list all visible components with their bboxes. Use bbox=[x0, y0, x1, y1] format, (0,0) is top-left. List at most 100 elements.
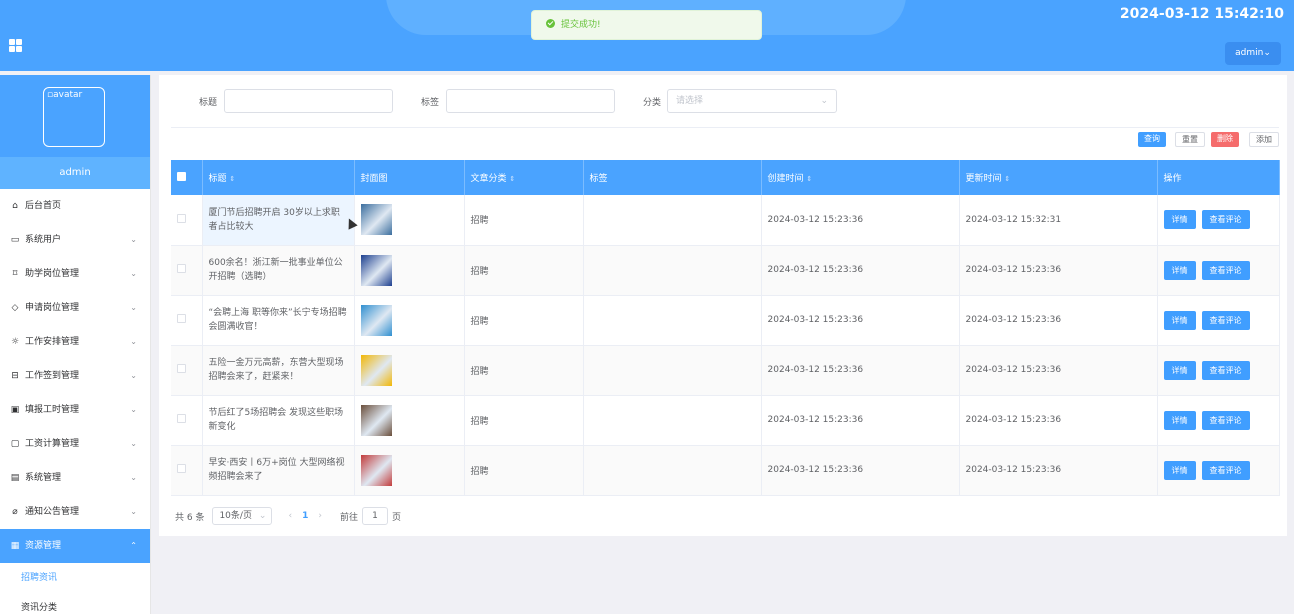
sidebar-item[interactable]: ⌀ 通知公告管理 ⌄ bbox=[0, 495, 150, 529]
divider bbox=[171, 127, 1279, 128]
total-count: 共 6 条 bbox=[175, 512, 205, 523]
view-comments-button[interactable]: 查看评论 bbox=[1201, 360, 1250, 380]
updated-time-cell: 2024-03-12 15:23:36 bbox=[959, 445, 1158, 496]
title-cell: 600余名！浙江新一批事业单位公开招聘（选聘） bbox=[202, 245, 355, 296]
view-comments-button[interactable]: 查看评论 bbox=[1201, 260, 1250, 280]
row-checkbox[interactable] bbox=[177, 314, 186, 323]
row-select-cell[interactable] bbox=[171, 395, 203, 446]
created-time-cell: 2024-03-12 15:23:36 bbox=[761, 395, 960, 446]
reset-button[interactable]: 重置 bbox=[1175, 132, 1205, 147]
delete-button[interactable]: 删除 bbox=[1211, 132, 1239, 147]
sidebar-item[interactable]: ⊟ 工作签到管理 ⌄ bbox=[0, 359, 150, 393]
prev-page-icon[interactable]: ‹ bbox=[288, 511, 292, 521]
column-header[interactable]: 标题 ⇕ bbox=[202, 160, 355, 195]
paperclip-icon: ⌀ bbox=[12, 507, 18, 517]
row-select-cell[interactable] bbox=[171, 345, 203, 396]
cover-cell bbox=[354, 445, 465, 496]
view-comments-button[interactable]: 查看评论 bbox=[1201, 210, 1250, 230]
box-icon: ▤ bbox=[10, 473, 20, 483]
query-button[interactable]: 查询 bbox=[1138, 132, 1166, 147]
menu-grid-icon[interactable] bbox=[9, 39, 22, 52]
view-comments-button[interactable]: 查看评论 bbox=[1201, 310, 1250, 330]
column-header[interactable]: 文章分类 ⇕ bbox=[464, 160, 584, 195]
sidebar-item-label: 系统用户 bbox=[25, 235, 62, 245]
cover-thumbnail bbox=[360, 354, 392, 386]
avatar: ▫avatar bbox=[43, 87, 105, 147]
chevron-up-icon: ⌃ bbox=[130, 541, 137, 550]
sidebar-item[interactable]: ▣ 填报工时管理 ⌄ bbox=[0, 393, 150, 427]
column-header[interactable]: 创建时间 ⇕ bbox=[761, 160, 960, 195]
chevron-down-icon: ⌄ bbox=[130, 439, 137, 448]
view-comments-button[interactable]: 查看评论 bbox=[1201, 460, 1250, 480]
table-row[interactable]: “会聘上海 职等你来”长宁专场招聘会圆满收官！ 招聘 2024-03-12 15:2… bbox=[171, 295, 1280, 346]
goto-page-input[interactable]: 1 bbox=[361, 507, 388, 525]
article-table: 标题 ⇕ 封面图 文章分类 ⇕ 标签 创建时间 ⇕ 更新时间 ⇕ 操作 厦门节后… bbox=[171, 160, 1280, 496]
goto-prefix: 前往 bbox=[339, 512, 358, 523]
detail-button[interactable]: 详情 bbox=[1163, 460, 1196, 480]
category-filter-label: 分类 bbox=[643, 98, 662, 108]
detail-button[interactable]: 详情 bbox=[1163, 310, 1196, 330]
sidebar-item[interactable]: ▢ 工资计算管理 ⌄ bbox=[0, 427, 150, 461]
sidebar-subitem[interactable]: 资讯分类 bbox=[0, 593, 150, 614]
sidebar-subitem[interactable]: 招聘资讯 bbox=[0, 563, 150, 593]
sidebar: ▫avatar admin ⌂ 后台首页 ▭ 系统用户 ⌄ ⌑ 助学岗位管理 ⌄ ◇ 申请岗位管理… bbox=[0, 75, 151, 614]
row-select-cell[interactable] bbox=[171, 295, 203, 346]
sort-icon[interactable]: ⇕ bbox=[806, 175, 812, 183]
column-header: 标签 bbox=[583, 160, 762, 195]
chevron-down-icon: ⌄ bbox=[130, 507, 137, 516]
sort-icon[interactable]: ⇕ bbox=[229, 175, 235, 183]
next-page-icon[interactable]: › bbox=[318, 511, 322, 521]
sidebar-item[interactable]: ⌑ 助学岗位管理 ⌄ bbox=[0, 257, 150, 291]
select-all-checkbox[interactable] bbox=[177, 171, 186, 181]
row-checkbox[interactable] bbox=[177, 364, 186, 373]
main-panel: 标题 标签 分类 请选择 ⌄ 查询 重置 删除 添加 标题 ⇕ 封面图 文章分类… bbox=[159, 75, 1287, 536]
sidebar-item[interactable]: ▭ 系统用户 ⌄ bbox=[0, 223, 150, 257]
page-number-current[interactable]: 1 bbox=[302, 511, 308, 521]
sort-icon[interactable]: ⇕ bbox=[509, 175, 515, 183]
table-row[interactable]: 厦门节后招聘开启 30岁以上求职者占比较大 招聘 2024-03-12 15:23:… bbox=[171, 195, 1280, 246]
row-checkbox[interactable] bbox=[177, 213, 186, 223]
sidebar-item[interactable]: ⌂ 后台首页 bbox=[0, 189, 150, 223]
tag-cell bbox=[583, 345, 762, 396]
sort-icon[interactable]: ⇕ bbox=[1004, 175, 1010, 183]
row-checkbox[interactable] bbox=[177, 414, 186, 423]
sidebar-item-label: 工资计算管理 bbox=[25, 439, 80, 449]
category-select[interactable]: 请选择 ⌄ bbox=[667, 89, 837, 113]
table-row[interactable]: 600余名！浙江新一批事业单位公开招聘（选聘） 招聘 2024-03-12 15:2… bbox=[171, 245, 1280, 296]
success-toast: 提交成功! bbox=[531, 10, 762, 40]
toast-message: 提交成功! bbox=[561, 20, 601, 30]
select-all-header[interactable] bbox=[171, 160, 203, 195]
table-row[interactable]: 节后红了5场招聘会 发现这些职场新变化 招聘 2024-03-12 15:23:36… bbox=[171, 395, 1280, 446]
table-header-row: 标题 ⇕ 封面图 文章分类 ⇕ 标签 创建时间 ⇕ 更新时间 ⇕ 操作 bbox=[171, 160, 1280, 195]
updated-time-cell: 2024-03-12 15:23:36 bbox=[959, 345, 1158, 396]
sidebar-item[interactable]: ☼ 工作安排管理 ⌄ bbox=[0, 325, 150, 359]
detail-button[interactable]: 详情 bbox=[1163, 410, 1196, 430]
title-filter-input[interactable] bbox=[224, 89, 393, 113]
row-select-cell[interactable] bbox=[171, 195, 203, 246]
sidebar-item[interactable]: ▦ 资源管理 ⌃ bbox=[0, 529, 150, 563]
goto-suffix: 页 bbox=[391, 512, 401, 523]
cover-thumbnail bbox=[360, 404, 392, 436]
actions-cell: 详情 查看评论 bbox=[1157, 195, 1280, 246]
row-select-cell[interactable] bbox=[171, 245, 203, 296]
row-checkbox[interactable] bbox=[177, 264, 186, 273]
table-row[interactable]: 早安·西安丨6万+岗位 大型网络视频招聘会来了 招聘 2024-03-12 15:2… bbox=[171, 445, 1280, 496]
detail-button[interactable]: 详情 bbox=[1163, 260, 1196, 280]
column-header[interactable]: 更新时间 ⇕ bbox=[959, 160, 1158, 195]
cover-cell bbox=[354, 395, 465, 446]
sidebar-item[interactable]: ▤ 系统管理 ⌄ bbox=[0, 461, 150, 495]
user-dropdown-button[interactable]: admin⌄ bbox=[1225, 42, 1281, 65]
view-comments-button[interactable]: 查看评论 bbox=[1201, 410, 1250, 430]
cover-thumbnail bbox=[360, 304, 392, 336]
table-row[interactable]: 五险一金万元高薪，东营大型现场招聘会来了，赶紧来！ 招聘 2024-03-12 15… bbox=[171, 345, 1280, 396]
detail-button[interactable]: 详情 bbox=[1163, 210, 1196, 230]
row-checkbox[interactable] bbox=[177, 464, 186, 473]
add-button[interactable]: 添加 bbox=[1249, 132, 1279, 147]
sidebar-item[interactable]: ◇ 申请岗位管理 ⌄ bbox=[0, 291, 150, 325]
row-select-cell[interactable] bbox=[171, 445, 203, 496]
tag-filter-input[interactable] bbox=[446, 89, 615, 113]
category-cell: 招聘 bbox=[464, 295, 584, 346]
avatar-alt-text: avatar bbox=[53, 90, 83, 100]
page-size-select[interactable]: 10条/页 ⌄ bbox=[212, 507, 273, 525]
detail-button[interactable]: 详情 bbox=[1163, 360, 1196, 380]
